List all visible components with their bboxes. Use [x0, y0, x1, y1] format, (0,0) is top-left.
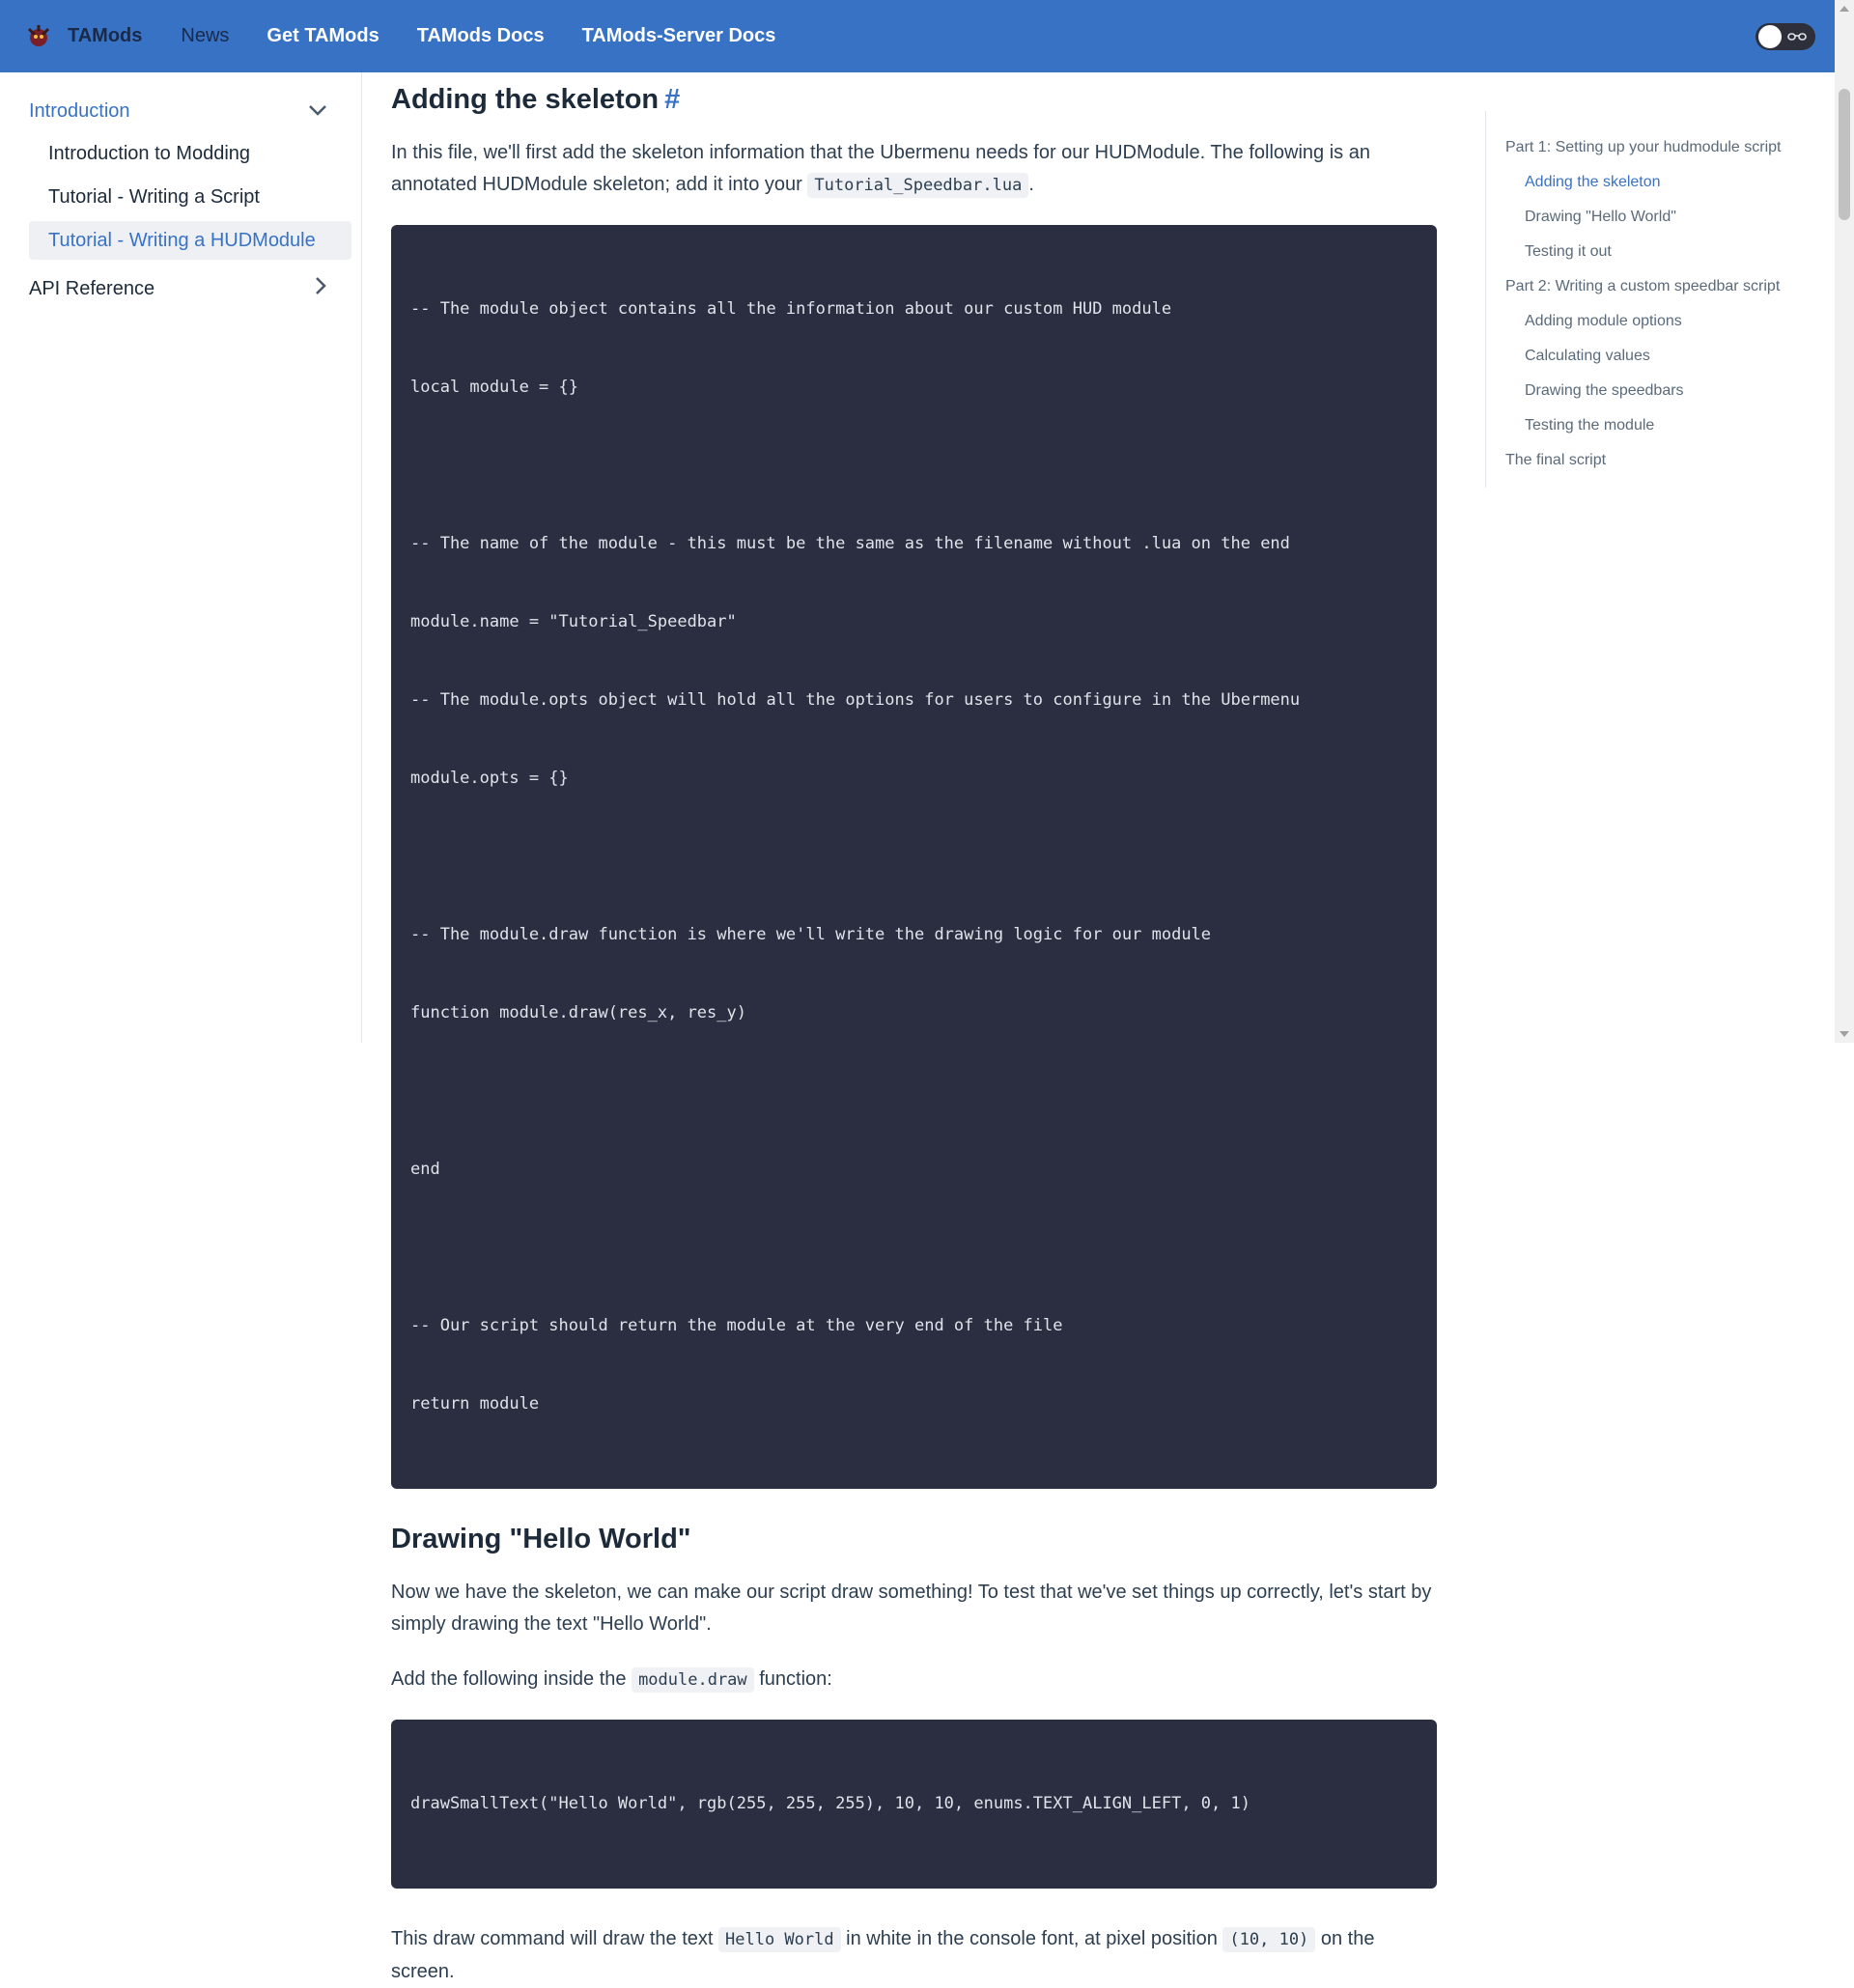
chevron-down-icon	[308, 100, 327, 123]
code-line: -- The name of the module - this must be…	[410, 534, 1290, 553]
code-line: module.name = "Tutorial_Speedbar"	[410, 612, 737, 631]
code-line: -- The module.opts object will hold all …	[410, 690, 1301, 710]
sidebar-item-introduction-to-modding[interactable]: Introduction to Modding	[29, 134, 351, 173]
section-heading-adding-skeleton: Adding the skeleton #	[391, 84, 1437, 116]
section-heading-drawing-hello-world: Drawing "Hello World"	[391, 1524, 1437, 1555]
code-line: return module	[410, 1394, 540, 1414]
toc-item-testing-it-out[interactable]: Testing it out	[1505, 235, 1813, 269]
paragraph-draw-command-explanation: This draw command will draw the text Hel…	[391, 1923, 1437, 1988]
sidebar-item-tutorial-writing-hudmodule[interactable]: Tutorial - Writing a HUDModule	[29, 221, 351, 260]
brand-name[interactable]: TAMods	[68, 25, 142, 47]
docs-sidebar: Introduction Introduction to Modding Tut…	[0, 72, 362, 1043]
scroll-up-arrow-icon[interactable]	[1840, 6, 1849, 12]
dark-mode-toggle[interactable]	[1756, 23, 1815, 50]
inline-code-position: (10, 10)	[1222, 1927, 1316, 1952]
code-line: local module = {}	[410, 378, 578, 397]
code-line: -- Our script should return the module a…	[410, 1316, 1063, 1335]
toc-item-testing-module[interactable]: Testing the module	[1505, 408, 1813, 443]
code-line: module.opts = {}	[410, 769, 569, 788]
sunglasses-icon	[1787, 27, 1807, 46]
heading-text: Adding the skeleton	[391, 84, 660, 115]
top-navbar: TAMods News Get TAMods TAMods Docs TAMod…	[0, 0, 1835, 72]
inline-code-hello-world: Hello World	[718, 1927, 841, 1952]
toc-item-part2[interactable]: Part 2: Writing a custom speedbar script	[1505, 269, 1813, 304]
code-line: -- The module object contains all the in…	[410, 299, 1172, 319]
sidebar-submenu-introduction: Introduction to Modding Tutorial - Writi…	[29, 134, 351, 260]
paragraph-text: in white in the console font, at pixel p…	[840, 1928, 1223, 1949]
scroll-down-arrow-icon[interactable]	[1840, 1031, 1849, 1037]
toggle-knob	[1758, 25, 1782, 48]
inline-code-module-draw: module.draw	[632, 1667, 754, 1693]
sidebar-category-introduction[interactable]: Introduction	[29, 92, 351, 130]
nav-tamods-docs[interactable]: TAMods Docs	[417, 25, 545, 47]
table-of-contents: Part 1: Setting up your hudmodule script…	[1485, 111, 1813, 488]
main-content: Adding the skeleton # In this file, we'll…	[391, 72, 1437, 1982]
nav-get-tamods[interactable]: Get TAMods	[267, 25, 379, 47]
paragraph-skeleton-intro: In this file, we'll first add the skelet…	[391, 137, 1437, 202]
sidebar-item-tutorial-writing-script[interactable]: Tutorial - Writing a Script	[29, 178, 351, 216]
code-block-draw-small-text[interactable]: drawSmallText("Hello World", rgb(255, 25…	[391, 1720, 1437, 1889]
paragraph-hello-world-intro: Now we have the skeleton, we can make ou…	[391, 1582, 1432, 1635]
toc-item-adding-skeleton[interactable]: Adding the skeleton	[1505, 165, 1813, 200]
heading-anchor-link[interactable]: #	[664, 84, 680, 115]
code-line: function module.draw(res_x, res_y)	[410, 1003, 746, 1022]
inline-code-filename: Tutorial_Speedbar.lua	[807, 173, 1029, 198]
toc-item-drawing-speedbars[interactable]: Drawing the speedbars	[1505, 374, 1813, 408]
chevron-right-icon	[314, 276, 327, 301]
code-line: -- The module.draw function is where we'…	[410, 925, 1212, 944]
toc-item-final-script[interactable]: The final script	[1505, 443, 1813, 478]
paragraph-text: function:	[753, 1668, 832, 1690]
toc-item-drawing-hello-world[interactable]: Drawing "Hello World"	[1505, 200, 1813, 235]
paragraph-add-following: Add the following inside the module.draw…	[391, 1664, 1437, 1696]
sidebar-category-label: API Reference	[29, 277, 155, 299]
toc-item-calculating-values[interactable]: Calculating values	[1505, 339, 1813, 374]
heading-text: Drawing "Hello World"	[391, 1524, 691, 1554]
nav-news[interactable]: News	[181, 25, 229, 47]
tamods-logo-icon[interactable]	[23, 21, 54, 52]
toc-item-adding-module-options[interactable]: Adding module options	[1505, 304, 1813, 339]
paragraph-text: This draw command will draw the text	[391, 1928, 719, 1949]
code-block-skeleton[interactable]: -- The module object contains all the in…	[391, 225, 1437, 1489]
page-scrollbar[interactable]	[1835, 0, 1854, 1043]
paragraph-text: Add the following inside the	[391, 1668, 632, 1690]
scrollbar-thumb[interactable]	[1839, 89, 1850, 220]
nav-tamods-server-docs[interactable]: TAMods-Server Docs	[582, 25, 776, 47]
toc-item-part1[interactable]: Part 1: Setting up your hudmodule script	[1505, 130, 1813, 165]
paragraph-text: .	[1028, 174, 1034, 195]
sidebar-category-api-reference[interactable]: API Reference	[29, 269, 351, 308]
sidebar-category-label: Introduction	[29, 99, 130, 122]
code-line: drawSmallText("Hello World", rgb(255, 25…	[410, 1794, 1250, 1813]
code-line: end	[410, 1160, 440, 1179]
